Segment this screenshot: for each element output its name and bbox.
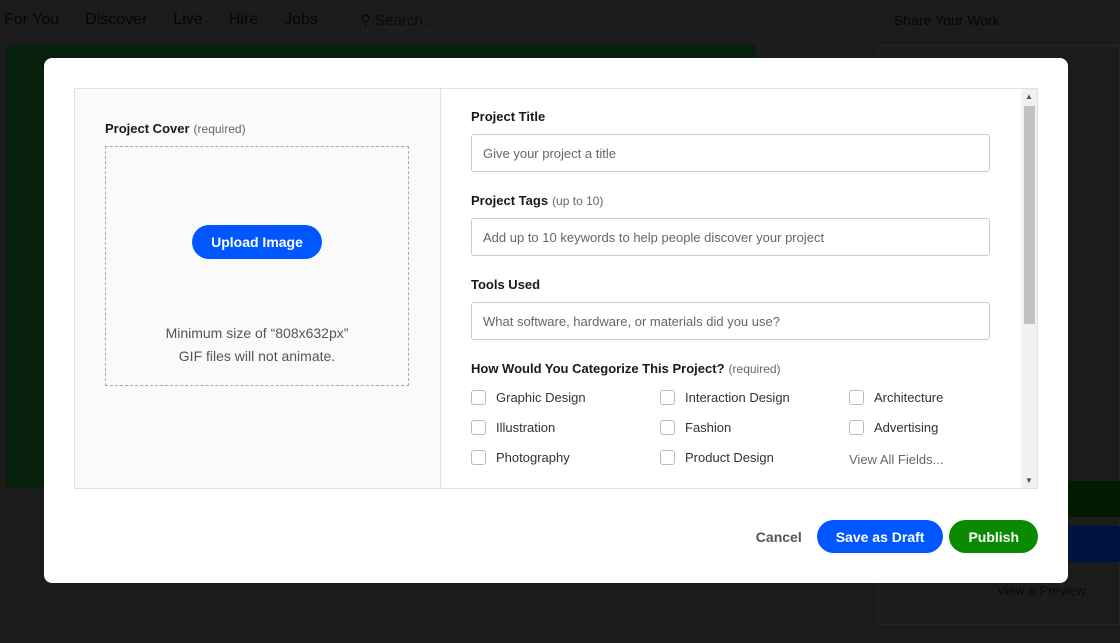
category-illustration[interactable]: Illustration	[471, 418, 660, 436]
checkbox[interactable]	[660, 449, 675, 465]
details-panel: Project Title Give your project a title …	[441, 89, 1037, 488]
search-input[interactable]: ⚲ Search...	[360, 11, 435, 29]
save-draft-button[interactable]: Save as Draft	[816, 520, 944, 553]
cover-label: Project Cover (required)	[105, 121, 246, 136]
checkbox[interactable]	[471, 419, 486, 435]
view-preview-link[interactable]: View a Preview	[997, 583, 1086, 598]
categories-label: How Would You Categorize This Project? (r…	[471, 361, 781, 376]
cover-panel: Project Cover (required) Upload Image Min…	[75, 89, 441, 488]
nav-hire[interactable]: Hire	[229, 11, 258, 29]
view-all-fields-link[interactable]: View All Fields...	[849, 452, 1009, 467]
share-your-work-link[interactable]: Share Your Work	[894, 12, 1000, 28]
tools-label: Tools Used	[471, 277, 541, 292]
nav-for-you[interactable]: For You	[4, 11, 59, 29]
category-product-design[interactable]: Product Design	[660, 448, 849, 466]
checkbox[interactable]	[849, 389, 864, 405]
checkbox[interactable]	[471, 449, 486, 465]
modal-content: Project Cover (required) Upload Image Min…	[74, 88, 1038, 489]
checkbox[interactable]	[660, 389, 675, 405]
cover-dropzone[interactable]: Upload Image Minimum size of “808x632px”…	[105, 146, 409, 386]
scroll-up-icon[interactable]: ▲	[1025, 92, 1033, 101]
tags-label: Project Tags (up to 10)	[471, 193, 604, 208]
upload-image-button[interactable]: Upload Image	[192, 225, 322, 259]
scrollbar[interactable]: ▲ ▼	[1021, 89, 1037, 488]
cancel-button[interactable]: Cancel	[756, 529, 802, 545]
tools-used-input[interactable]: What software, hardware, or materials di…	[471, 302, 990, 340]
category-interaction-design[interactable]: Interaction Design	[660, 388, 849, 406]
category-fashion[interactable]: Fashion	[660, 418, 849, 436]
size-hint: Minimum size of “808x632px”	[165, 325, 349, 341]
project-title-input[interactable]: Give your project a title	[471, 134, 990, 172]
modal-footer: Cancel Save as Draft Publish	[756, 520, 1038, 553]
publish-button[interactable]: Publish	[949, 520, 1038, 553]
nav-jobs[interactable]: Jobs	[284, 11, 318, 29]
nav-live[interactable]: Live	[173, 11, 202, 29]
checkbox[interactable]	[849, 419, 864, 435]
publish-modal: Project Cover (required) Upload Image Min…	[44, 58, 1068, 583]
project-tags-input[interactable]: Add up to 10 keywords to help people dis…	[471, 218, 990, 256]
category-architecture[interactable]: Architecture	[849, 388, 1009, 406]
scrollbar-thumb[interactable]	[1024, 106, 1035, 324]
category-photography[interactable]: Photography	[471, 448, 660, 466]
category-grid: Graphic Design Interaction Design Archit…	[471, 388, 1037, 467]
title-label: Project Title	[471, 109, 546, 124]
gif-hint: GIF files will not animate.	[178, 348, 336, 364]
search-icon: ⚲	[360, 12, 371, 29]
nav-discover[interactable]: Discover	[85, 11, 147, 29]
checkbox[interactable]	[660, 419, 675, 435]
category-graphic-design[interactable]: Graphic Design	[471, 388, 660, 406]
checkbox[interactable]	[471, 389, 486, 405]
search-placeholder: Search...	[375, 12, 436, 29]
category-advertising[interactable]: Advertising	[849, 418, 1009, 436]
scroll-down-icon[interactable]: ▼	[1025, 476, 1033, 485]
